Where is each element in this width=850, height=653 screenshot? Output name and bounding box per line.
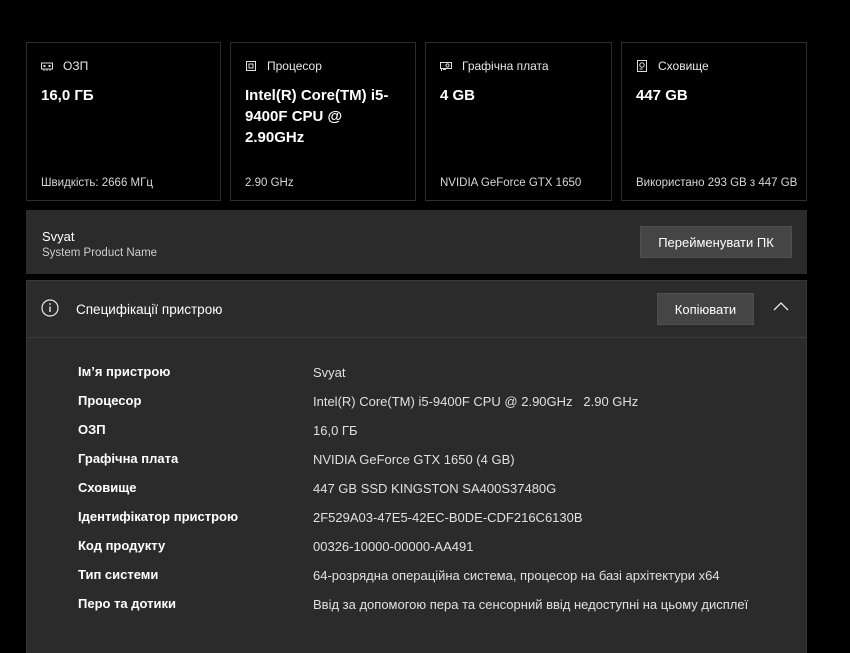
gpu-card-value: 4 GB <box>440 87 476 104</box>
spec-key: Процесор <box>78 393 142 408</box>
spec-key: Ім’я пристрою <box>78 364 171 379</box>
spec-key: Тип системи <box>78 567 159 582</box>
info-icon <box>41 299 59 317</box>
ram-card-value: 16,0 ГБ <box>41 87 94 104</box>
device-specifications-title: Специфікації пристрою <box>76 302 223 317</box>
gpu-card-footer: NVIDIA GeForce GTX 1650 <box>440 177 582 189</box>
ram-icon <box>41 62 53 71</box>
spec-key: Перо та дотики <box>78 596 177 611</box>
ram-card-label: ОЗП <box>63 59 89 73</box>
spec-value: 16,0 ГБ <box>313 423 358 438</box>
spec-value: 447 GB SSD KINGSTON SA400S37480G <box>313 481 557 496</box>
device-name-bar: Svyat System Product Name Перейменувати … <box>26 210 807 274</box>
chevron-up-icon[interactable] <box>771 299 791 313</box>
rename-pc-button[interactable]: Перейменувати ПК <box>640 226 792 258</box>
cpu-card-footer: 2.90 GHz <box>245 177 294 189</box>
spec-value: NVIDIA GeForce GTX 1650 (4 GB) <box>313 452 515 467</box>
storage-card: Сховище 447 GB Використано 293 GB з 447 … <box>621 42 807 201</box>
copy-button[interactable]: Копіювати <box>657 293 754 325</box>
storage-card-value: 447 GB <box>636 87 688 104</box>
spec-value: 2F529A03-47E5-42EC-B0DE-CDF216C6130B <box>313 510 583 525</box>
spec-value: 64-розрядна операційна система, процесор… <box>313 568 720 583</box>
spec-value: Intel(R) Core(TM) i5-9400F CPU @ 2.90GHz… <box>313 394 639 409</box>
device-specifications-header[interactable]: Специфікації пристрою Копіювати <box>27 281 806 338</box>
spec-key: Код продукту <box>78 538 166 553</box>
ram-card: ОЗП 16,0 ГБ Швидкість: 2666 МГц <box>26 42 221 201</box>
ram-card-header: ОЗП <box>41 59 88 73</box>
storage-icon <box>637 60 647 72</box>
cpu-card-value: Intel(R) Core(TM) i5-9400F CPU @ 2.90GHz <box>245 87 389 146</box>
cpu-icon <box>246 61 256 71</box>
spec-value: 00326-10000-00000-AA491 <box>313 539 474 554</box>
ram-card-footer: Швидкість: 2666 МГц <box>41 177 153 189</box>
storage-card-footer: Використано 293 GB з 447 GB <box>636 177 798 189</box>
spec-value: Svyat <box>313 365 346 380</box>
gpu-card: Графічна плата 4 GB NVIDIA GeForce GTX 1… <box>425 42 612 201</box>
cpu-card-label: Процесор <box>267 59 322 73</box>
spec-key: Ідентифікатор пристрою <box>78 509 239 524</box>
device-model: System Product Name <box>42 247 158 259</box>
storage-card-header: Сховище <box>636 59 709 73</box>
storage-card-label: Сховище <box>658 59 709 73</box>
gpu-card-header: Графічна плата <box>440 59 549 73</box>
device-name: Svyat <box>42 229 75 244</box>
spec-value: Ввід за допомогою пера та сенсорний ввід… <box>313 597 749 612</box>
spec-key: Графічна плата <box>78 451 179 466</box>
device-specifications-panel: Специфікації пристрою Копіювати Ім’я при… <box>26 280 807 653</box>
gpu-card-label: Графічна плата <box>462 59 549 73</box>
cpu-card: Процесор Intel(R) Core(TM) i5-9400F CPU … <box>230 42 416 201</box>
cpu-card-header: Процесор <box>245 59 322 73</box>
hardware-summary-cards: ОЗП 16,0 ГБ Швидкість: 2666 МГц Процесор… <box>26 42 807 203</box>
spec-key: Сховище <box>78 480 137 495</box>
gpu-icon <box>440 62 452 71</box>
spec-key: ОЗП <box>78 422 106 437</box>
